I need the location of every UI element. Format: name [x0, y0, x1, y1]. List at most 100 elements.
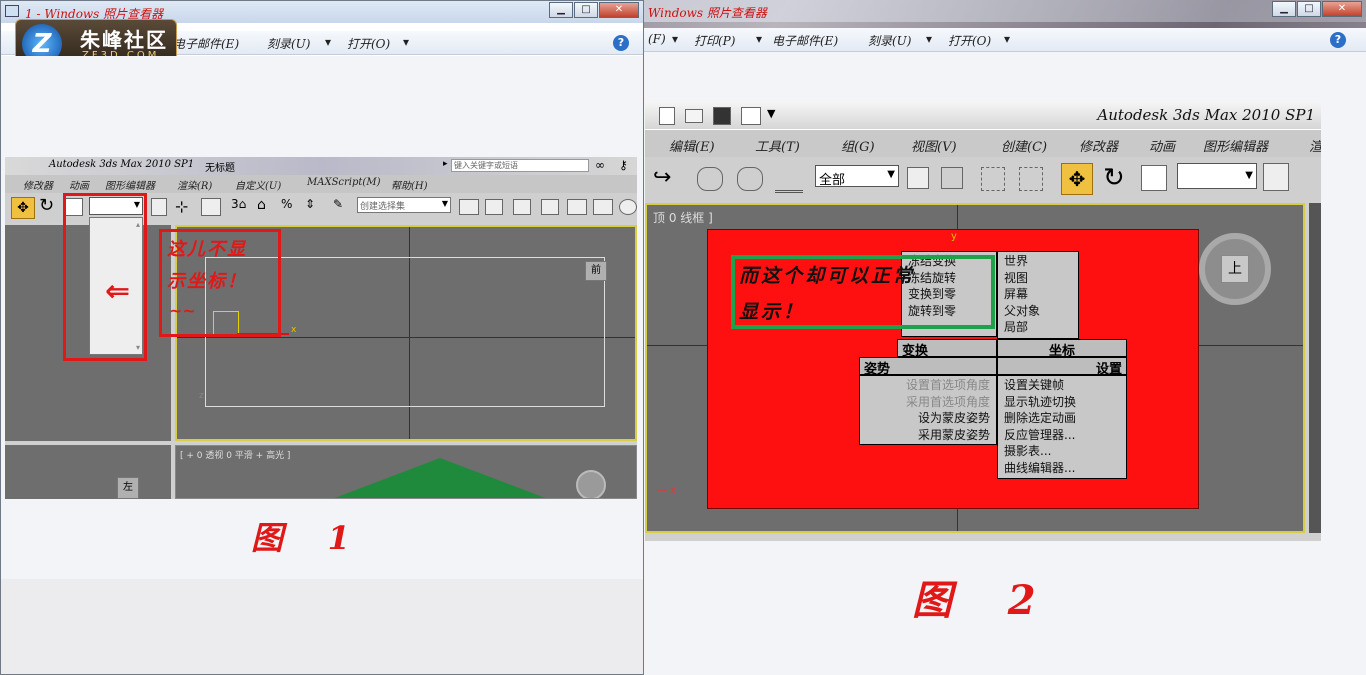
new-file-icon[interactable] [659, 107, 675, 125]
chevron-right-icon[interactable]: ▸ [443, 159, 448, 169]
pivot-center-icon[interactable] [1263, 163, 1289, 191]
align-icon[interactable] [201, 198, 221, 216]
max-menu-customize[interactable]: 自定义(U) [235, 177, 281, 192]
project-icon[interactable] [741, 107, 761, 125]
quad-item-local[interactable]: 局部 [998, 318, 1078, 335]
mirror-tool-icon[interactable] [459, 199, 479, 215]
rotate-icon[interactable]: ↻ [39, 195, 54, 216]
max-menu-group[interactable]: 组(G) [841, 136, 875, 155]
help-icon[interactable]: ? [1330, 32, 1346, 48]
key-icon[interactable]: ⚷ [619, 158, 628, 172]
menu-open[interactable]: 打开(O) [347, 35, 390, 52]
open-folder-icon[interactable] [685, 109, 703, 123]
viewcube-front[interactable]: 前 [585, 261, 607, 281]
max-menu-animation[interactable]: 动画 [1149, 136, 1175, 155]
menu-print[interactable]: 打印(P) [694, 32, 735, 49]
quad-item-set-key[interactable]: 设置关键帧 [998, 376, 1126, 393]
max-menu-modifiers[interactable]: 修改器 [23, 177, 53, 192]
menu-file[interactable]: (F) [648, 32, 666, 46]
quad-item-screen[interactable]: 屏幕 [998, 285, 1078, 302]
move-icon[interactable]: ✥ [11, 197, 35, 219]
viewcube[interactable]: 上 [1199, 233, 1271, 305]
selection-filter-dropdown[interactable]: 全部 ▼ [815, 165, 899, 188]
max-menu-views[interactable]: 视图(V) [911, 136, 957, 155]
mirror-icon[interactable]: ⊹ [175, 197, 188, 216]
maximize-button[interactable]: □ [574, 2, 598, 18]
material-editor-icon[interactable] [567, 199, 587, 215]
menu-burn[interactable]: 刻录(U) [267, 35, 310, 52]
quad-item-delete-animation[interactable]: 删除选定动画 [998, 409, 1126, 426]
max-menu-animation[interactable]: 动画 [69, 177, 89, 192]
close-button[interactable]: ✕ [599, 2, 639, 18]
scale-icon[interactable] [1141, 165, 1167, 191]
curve-editor-icon[interactable] [541, 199, 559, 215]
menu-burn[interactable]: 刻录(U) [868, 32, 911, 49]
rotate-icon[interactable]: ↻ [1103, 163, 1125, 193]
move-icon[interactable]: ✥ [1061, 163, 1093, 195]
viewport-label: [ + 0 透视 0 平滑 + 高光 ] [180, 451, 291, 461]
menu-email[interactable]: 电子邮件(E) [173, 35, 239, 52]
quad-item-assume-preferred-angle[interactable]: 采用首选项角度 [860, 393, 996, 410]
max-menu-edit[interactable]: 编辑(E) [669, 136, 715, 155]
quad-item-dope-sheet[interactable]: 摄影表... [998, 442, 1126, 459]
minimize-button[interactable]: ▁ [549, 2, 573, 18]
max-menu-graph-editors[interactable]: 图形编辑器 [105, 177, 155, 192]
angle-snap-icon[interactable]: ⌂ [257, 197, 266, 213]
render-setup-icon[interactable] [593, 199, 613, 215]
right-scrollbar[interactable] [1309, 203, 1321, 533]
max-menu-maxscript[interactable]: MAXScript(M) [307, 177, 380, 188]
close-button[interactable]: ✕ [1322, 1, 1362, 17]
max-menu-graph-editors[interactable]: 图形编辑器 [1203, 136, 1268, 155]
viewcube-face[interactable]: 上 [1221, 255, 1249, 283]
select-by-name-icon[interactable] [941, 167, 963, 189]
pivot-icon[interactable] [151, 198, 167, 216]
snap-3-icon[interactable]: 3⌂ [231, 197, 246, 211]
percent-snap-icon[interactable]: % [281, 197, 292, 211]
align-tool-icon[interactable] [485, 199, 503, 215]
quad-item-world[interactable]: 世界 [998, 252, 1078, 269]
quad-item-assume-skin-pose[interactable]: 采用蒙皮姿势 [860, 426, 996, 443]
spinner-snap-icon[interactable]: ⇕ [305, 197, 315, 211]
dropdown-arrow-icon[interactable]: ▼ [767, 107, 775, 120]
quad-item-curve-editor[interactable]: 曲线编辑器... [998, 459, 1126, 476]
max-menu-modifiers[interactable]: 修改器 [1079, 136, 1118, 155]
window-crossing-icon[interactable] [1019, 167, 1043, 191]
menu-open[interactable]: 打开(O) [948, 32, 991, 49]
title-bar[interactable]: Windows 照片查看器 ▁ □ ✕ [640, 0, 1366, 22]
reference-coord-dropdown[interactable]: ▼ [1177, 163, 1257, 189]
max-menu-tools[interactable]: 工具(T) [755, 136, 800, 155]
max-menu-rendering[interactable]: 渲 [1309, 136, 1321, 155]
quad-head-pose: 姿势 [859, 357, 997, 377]
quad-item-reaction-manager[interactable]: 反应管理器... [998, 426, 1126, 443]
quad-item-parent[interactable]: 父对象 [998, 302, 1078, 319]
bind-spacewarp-icon[interactable] [775, 165, 803, 193]
save-icon[interactable] [713, 107, 731, 125]
minimize-button[interactable]: ▁ [1272, 1, 1296, 17]
binoculars-icon[interactable]: ∞ [595, 158, 605, 172]
named-selection-dropdown[interactable]: 创建选择集 ▼ [357, 197, 451, 213]
chevron-down-icon: ▼ [887, 169, 895, 180]
search-placeholder: 键入关键字或短语 [454, 161, 518, 170]
layer-manager-icon[interactable] [513, 199, 531, 215]
select-object-icon[interactable] [907, 167, 929, 189]
max-menu-rendering[interactable]: 渲染(R) [177, 177, 212, 192]
quad-item-view[interactable]: 视图 [998, 269, 1078, 286]
unlink-icon[interactable] [737, 167, 763, 191]
quad-item-set-preferred-angle[interactable]: 设置首选项角度 [860, 376, 996, 393]
max-menu-create[interactable]: 创建(C) [1001, 136, 1047, 155]
link-icon[interactable] [697, 167, 723, 191]
menu-email[interactable]: 电子邮件(E) [772, 32, 838, 49]
viewcube-persp[interactable] [576, 470, 606, 498]
max-menu-help[interactable]: 帮助(H) [391, 177, 428, 192]
maximize-button[interactable]: □ [1297, 1, 1321, 17]
viewcube-left[interactable]: 左 [117, 477, 139, 499]
rectangular-selection-icon[interactable] [981, 167, 1005, 191]
redo-icon[interactable]: ↪ [653, 165, 671, 190]
help-icon[interactable]: ? [613, 35, 629, 51]
render-icon[interactable] [619, 199, 637, 215]
search-input[interactable]: 键入关键字或短语 [451, 159, 589, 172]
quad-item-toggle-trajectory[interactable]: 显示轨迹切换 [998, 393, 1126, 410]
edit-named-selection-icon[interactable]: ✎ [333, 197, 343, 211]
quad-item-set-skin-pose[interactable]: 设为蒙皮姿势 [860, 409, 996, 426]
photo-viewer-window-2: Windows 照片查看器 ▁ □ ✕ (F) ▾ 打印(P) ▾ 电子邮件(E) … [640, 0, 1366, 675]
